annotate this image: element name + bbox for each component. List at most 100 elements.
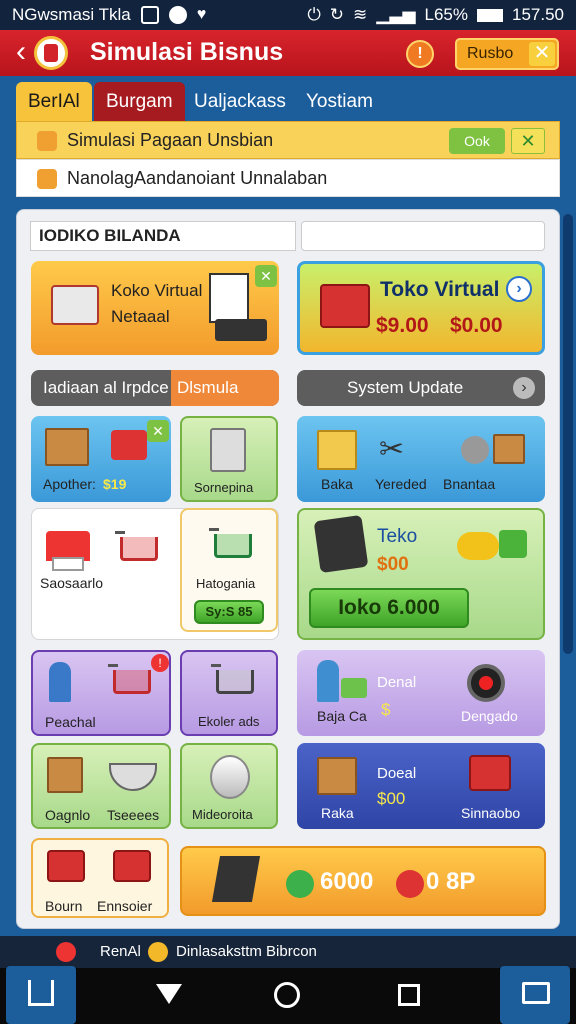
notice-banner: Simulasi Pagaan Unsbian Ook ✕ [16,121,560,159]
card-items-blue[interactable]: ✂ Baka Yereded Bnantaa [297,416,545,502]
package-icon [317,430,357,470]
truck-icon [111,430,147,460]
cart-icon [211,664,254,694]
basket-icon [51,285,99,325]
home-icon[interactable] [6,966,76,1024]
circle-home-icon[interactable] [250,968,326,1024]
close-icon[interactable]: ✕ [255,265,277,287]
house-base [52,557,84,571]
card-ekoler[interactable]: Ekoler ads [180,650,278,736]
status-bar: NGwsmasi Tkla ♥ ⏻ ↻ ≋ ▁▃▅ L65% 157.50 [0,0,576,30]
chevron-right-icon[interactable]: › [513,377,535,399]
promo-text: Iadiaan al Irpdce [43,378,169,397]
card-label-2: Ennsoier [97,898,153,914]
ok-button[interactable]: Ook [449,128,505,154]
card-doeal[interactable]: Doeal $00 Raka Sinnaobo [297,743,545,829]
house-shape [28,980,54,1006]
card-label: Oagnlo [45,807,91,823]
card-label: Apother: [43,476,96,492]
egg-icon [210,755,250,799]
tab-3[interactable]: Ualjackass [182,82,298,122]
cast-icon[interactable] [500,966,570,1024]
price-button[interactable]: Sy:S 85 [194,600,264,624]
close-icon[interactable]: ✕ [147,420,169,442]
label-1: Baka [321,476,353,492]
dismiss-icon[interactable]: ✕ [511,128,545,154]
search-input[interactable] [301,221,545,251]
heart-icon: ♥ [196,6,207,23]
tab-4[interactable]: Yostiam [294,82,385,122]
tools-icon: ✂ [379,433,405,466]
card-denal[interactable]: Denal $ Baja Ca Dengado [297,650,545,736]
tab-2[interactable]: Burgam [94,82,185,122]
cart-icon [108,664,151,694]
info-icon [37,169,57,189]
card-toko-virtual[interactable]: Toko Virtual › $9.00 $0.00 [297,261,545,355]
card-label: Raka [321,805,354,821]
chair-icon [211,856,261,902]
card-bourn[interactable]: Bourn Ennsoier [31,838,169,918]
card-sornepina[interactable]: Sornepina [180,416,278,502]
card-title: Toko Virtual [380,278,500,301]
header-action-label: Rusbo [467,45,514,62]
strip-label: RenAl [100,943,141,960]
card-title: Denal [377,674,417,691]
cash-icon [286,870,314,898]
label-3: Bnantaa [443,476,496,492]
app-logo [34,36,68,70]
card-label-2: Dengado [461,708,518,724]
terminal-icon [215,319,267,341]
person-icon [49,662,71,702]
card-hatogania[interactable]: Hatogania Sy:S 85 [180,508,278,632]
card-label: Peachal [45,714,96,730]
app-icon [56,942,76,962]
card-virtual-store[interactable]: Koko Virtual Netaaal ✕ [31,261,279,355]
card-teko[interactable]: Teko $00 Ioko 6.000 [297,508,545,640]
battery-text: L65% [424,5,468,24]
card-label: Mideoroita [192,807,253,822]
box-icon [47,757,83,793]
shopping-basket-icon [320,284,370,328]
card-peachal[interactable]: ! Peachal [31,650,171,736]
notice-secondary: NanolagAandanoiant Unnalaban [16,159,560,197]
card-label: Baja Ca [317,708,367,724]
coin-icon [148,942,168,962]
cart-icon [209,528,252,558]
card-price: $ [381,700,391,719]
notice-text: Simulasi Pagaan Unsbian [67,130,274,150]
card-price: $19 [103,476,127,492]
coins-icon [457,532,499,560]
circle-shape [274,982,300,1008]
record-icon [168,6,187,24]
back-icon[interactable] [132,968,208,1024]
price-2: $0.00 [450,314,503,337]
promo-bar[interactable]: Iadiaan al Irpdce Dlsmula [31,370,279,406]
back-arrow-icon[interactable]: ‹ [6,36,36,70]
system-update-text: System Update [347,378,464,397]
notice-secondary-text: NanolagAandanoiant Unnalaban [67,168,328,188]
close-icon[interactable]: ✕ [529,42,555,66]
teko-buy-button[interactable]: Ioko 6.000 [309,588,469,628]
crate-icon [493,434,525,464]
basket-icon [469,755,511,791]
card-mideoroita[interactable]: Mideoroita [180,743,278,829]
card-apother[interactable]: ✕ Apother: $19 [31,416,171,502]
card-oagnlo[interactable]: Oagnlo Tseeees [31,743,171,829]
basket-icon-2 [113,850,151,882]
tab-1[interactable]: BerIAl [16,82,92,122]
info-button[interactable]: ! [406,40,434,68]
status-left-text: NGwsmasi Tkla [12,5,131,24]
card-bottom-bar[interactable]: 6000 0 8P [180,846,546,916]
triangle-shape [156,984,182,1004]
cash-icon [499,530,527,558]
system-update-bar[interactable]: System Update › [297,370,545,406]
recent-icon[interactable] [372,968,448,1024]
app-title: Simulasi Bisnus [90,38,284,66]
clock: 157.50 [512,5,564,24]
chevron-right-icon[interactable]: › [506,276,532,302]
promo-badge: Dlsmula [171,370,279,406]
header-action-button[interactable]: Rusbo ✕ [455,38,559,70]
scrollbar[interactable] [563,214,573,654]
warning-icon [37,131,57,151]
card-label: Bourn [45,898,83,914]
